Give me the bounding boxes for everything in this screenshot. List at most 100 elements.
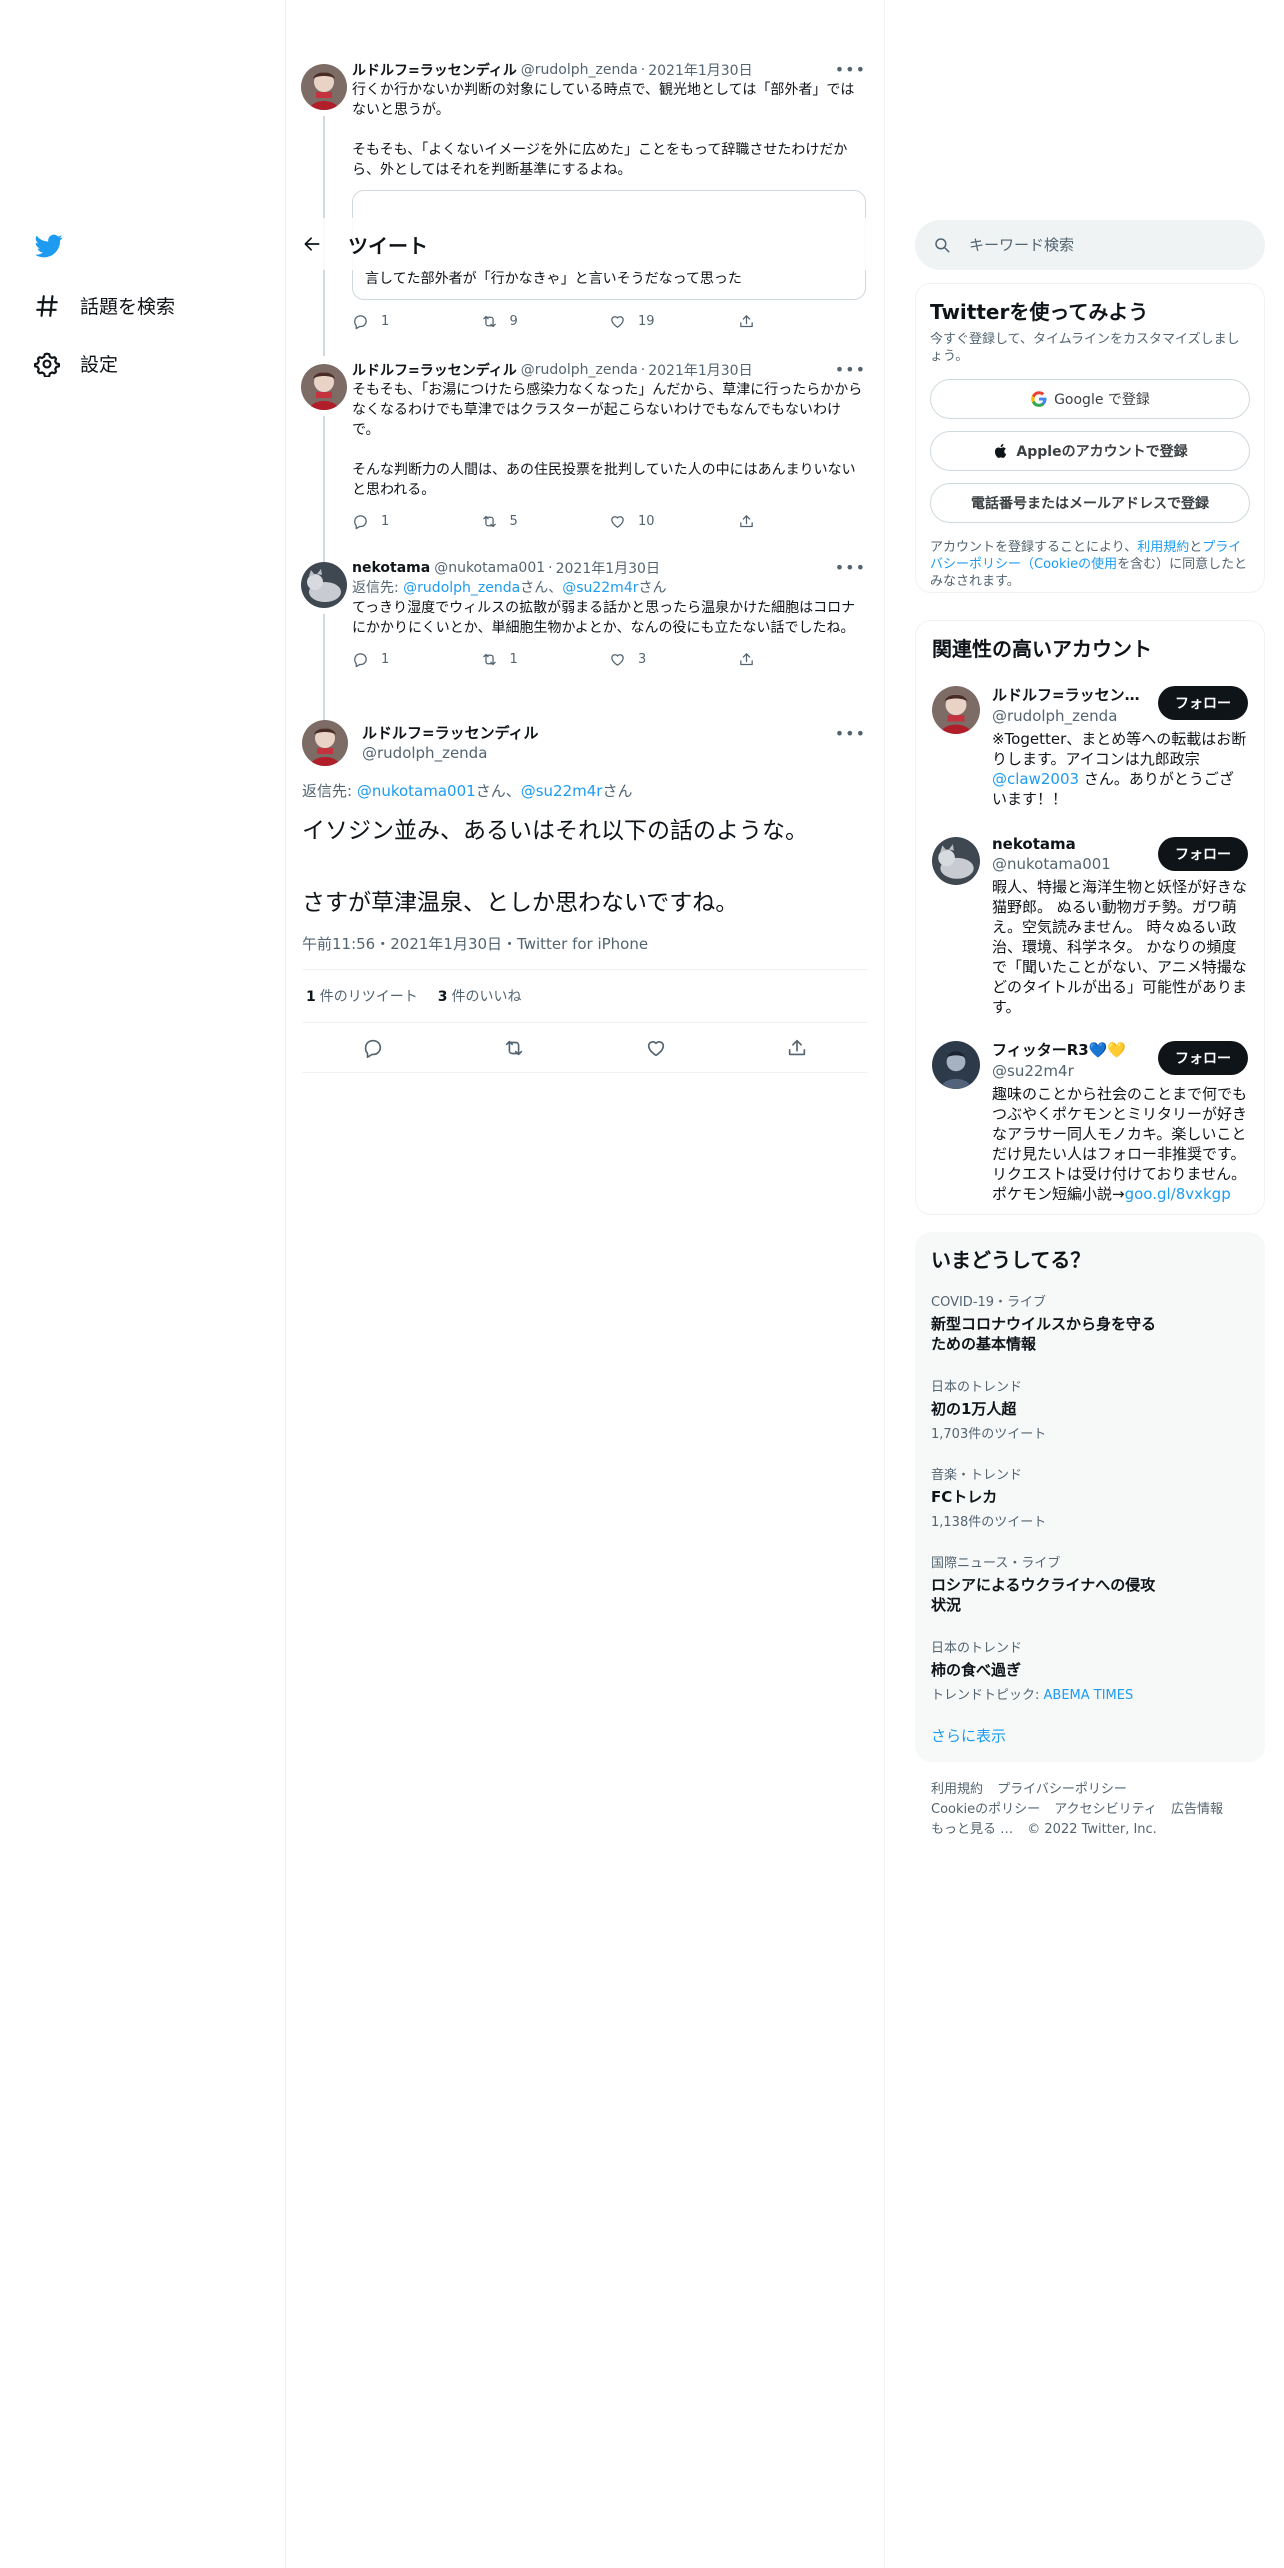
- trend-item[interactable]: 日本のトレンド 初の1万人超 1,703件のツイート: [931, 1376, 1249, 1442]
- tweet-author-name[interactable]: ルドルフ=ラッセンディル: [352, 360, 517, 380]
- reply-to-user-link[interactable]: @su22m4r: [521, 782, 603, 800]
- reply-icon: [354, 652, 367, 667]
- tweet-author-handle[interactable]: @rudolph_zenda: [521, 62, 638, 78]
- apple-signup-button[interactable]: Appleのアカウントで登録: [930, 431, 1250, 471]
- nav-settings[interactable]: 設定: [33, 350, 118, 378]
- twitter-logo-icon[interactable]: [34, 232, 64, 260]
- show-more-link[interactable]: さらに表示: [931, 1725, 1249, 1746]
- follow-button[interactable]: フォロー: [1158, 837, 1248, 871]
- tweet-author-name[interactable]: nekotama: [352, 560, 430, 576]
- share-button[interactable]: [786, 1037, 808, 1059]
- reply-to-user-link[interactable]: @rudolph_zenda: [403, 580, 520, 596]
- search-box[interactable]: [915, 220, 1265, 270]
- like-count: 10: [638, 513, 655, 529]
- tweet[interactable]: nekotama @nukotama001 · 2021年1月30日 ••• 返…: [286, 558, 884, 722]
- terms-link[interactable]: 利用規約: [1137, 540, 1189, 555]
- retweet-button[interactable]: [503, 1037, 525, 1059]
- suggested-account-bio: ※Togetter、まとめ等への転載はお断りします。アイコンは九郎政宗 @claw…: [992, 729, 1248, 809]
- avatar[interactable]: [932, 837, 980, 885]
- footer-link-terms[interactable]: 利用規約: [931, 1782, 983, 1797]
- footer-link-accessibility[interactable]: アクセシビリティ: [1054, 1802, 1157, 1817]
- more-options-icon[interactable]: •••: [835, 724, 866, 743]
- tweet[interactable]: ルドルフ=ラッセンディル @rudolph_zenda · 2021年1月30日…: [286, 60, 884, 356]
- retweet-button[interactable]: 1: [481, 651, 610, 668]
- more-options-icon[interactable]: •••: [835, 360, 866, 379]
- tweet-timestamp[interactable]: 午前11:56・2021年1月30日・Twitter for iPhone: [302, 933, 868, 969]
- reply-to-user-link[interactable]: @nukotama001: [357, 782, 476, 800]
- avatar[interactable]: [302, 720, 348, 766]
- back-button[interactable]: [298, 230, 326, 258]
- focused-tweet-author-name[interactable]: ルドルフ=ラッセンディル: [362, 718, 868, 743]
- suggested-account[interactable]: nekotama @nukotama001 フォロー 暇人、特撮と海洋生物と妖怪…: [932, 835, 1248, 1017]
- avatar[interactable]: [301, 364, 347, 410]
- signup-legal-text: アカウントを登録することにより、利用規約とプライバシーポリシー（Cookieの使…: [930, 539, 1250, 590]
- tweet-author-handle[interactable]: @rudolph_zenda: [521, 362, 638, 378]
- follow-button[interactable]: フォロー: [1158, 1041, 1248, 1075]
- reply-button[interactable]: 1: [352, 313, 481, 330]
- page-header: ツイート: [286, 218, 884, 270]
- like-button[interactable]: 19: [609, 313, 738, 330]
- trend-item[interactable]: COVID-19・ライブ 新型コロナウイルスから身を守るための基本情報: [931, 1291, 1249, 1354]
- suggested-account[interactable]: ルドルフ=ラッセンディル @rudolph_zenda フォロー ※Togett…: [932, 684, 1248, 809]
- avatar[interactable]: [932, 1041, 980, 1089]
- focused-tweet-header: ルドルフ=ラッセンディル @rudolph_zenda •••: [302, 718, 868, 766]
- follow-button[interactable]: フォロー: [1158, 686, 1248, 720]
- more-options-icon[interactable]: •••: [835, 60, 866, 79]
- footer-link-cookies[interactable]: Cookieのポリシー: [931, 1802, 1040, 1817]
- reply-to-suffix: さん: [638, 580, 667, 596]
- focused-tweet-author-handle[interactable]: @rudolph_zenda: [362, 744, 868, 762]
- tweet-date[interactable]: 2021年1月30日: [556, 558, 660, 578]
- trend-item[interactable]: 日本のトレンド 柿の食べ過ぎ トレンドトピック: ABEMA TIMES: [931, 1637, 1249, 1703]
- tweet[interactable]: ルドルフ=ラッセンディル @rudolph_zenda · 2021年1月30日…: [286, 360, 884, 564]
- suggested-account-name[interactable]: nekotama: [992, 835, 1142, 853]
- trend-title: 新型コロナウイルスから身を守るための基本情報: [931, 1315, 1157, 1353]
- share-button[interactable]: [738, 651, 867, 668]
- avatar[interactable]: [301, 64, 347, 110]
- bio-mention-link[interactable]: @claw2003: [992, 770, 1079, 788]
- tweet-date[interactable]: 2021年1月30日: [648, 60, 752, 80]
- tweet-author-handle[interactable]: @nukotama001: [434, 560, 545, 576]
- trend-category: 日本のトレンド: [931, 1641, 1023, 1656]
- likes-stat[interactable]: 3 件のいいね: [438, 986, 522, 1006]
- suggested-account-name[interactable]: ルドルフ=ラッセンディル: [992, 684, 1142, 705]
- share-button[interactable]: [738, 513, 867, 530]
- footer-link-privacy[interactable]: プライバシーポリシー: [997, 1782, 1127, 1797]
- avatar[interactable]: [301, 562, 347, 608]
- suggested-account-name[interactable]: フィッターR3💙💛: [992, 1039, 1142, 1060]
- more-options-icon[interactable]: •••: [835, 558, 866, 577]
- reply-button[interactable]: [362, 1037, 384, 1059]
- trend-topic-link[interactable]: ABEMA TIMES: [1044, 1688, 1134, 1703]
- like-button[interactable]: [645, 1037, 667, 1059]
- footer-link-more[interactable]: もっと見る …: [931, 1822, 1013, 1837]
- footer-copyright: © 2022 Twitter, Inc.: [1027, 1822, 1157, 1837]
- who-to-follow-title: 関連性の高いアカウント: [932, 637, 1152, 661]
- tweet-date[interactable]: 2021年1月30日: [648, 360, 752, 380]
- bio-url-link[interactable]: goo.gl/8vxkgp: [1125, 1185, 1231, 1203]
- avatar[interactable]: [932, 686, 980, 734]
- retweets-stat[interactable]: 1 件のリツイート: [306, 986, 418, 1006]
- like-button[interactable]: 3: [609, 651, 738, 668]
- trend-category: 国際ニュース・ライブ: [931, 1556, 1061, 1571]
- retweet-icon: [482, 653, 496, 665]
- nav-explore[interactable]: 話題を検索: [34, 292, 175, 319]
- google-signup-button[interactable]: Google で登録: [930, 379, 1250, 419]
- reply-to-user-link[interactable]: @su22m4r: [562, 580, 638, 596]
- phone-email-signup-button[interactable]: 電話番号またはメールアドレスで登録: [930, 483, 1250, 523]
- trend-category: 音楽・トレンド: [931, 1468, 1023, 1483]
- suggested-account[interactable]: フィッターR3💙💛 @su22m4r フォロー 趣味のことから社会のことまで何で…: [932, 1039, 1248, 1204]
- trend-category: 日本のトレンド: [931, 1380, 1023, 1395]
- reply-button[interactable]: 1: [352, 513, 481, 530]
- retweet-button[interactable]: 5: [481, 513, 610, 530]
- reply-button[interactable]: 1: [352, 651, 481, 668]
- retweet-icon: [506, 1040, 523, 1055]
- like-button[interactable]: 10: [609, 513, 738, 530]
- trend-item[interactable]: 音楽・トレンド FCトレカ 1,138件のツイート: [931, 1464, 1249, 1530]
- focused-tweet-actions: [302, 1023, 868, 1073]
- footer-link-ads[interactable]: 広告情報: [1171, 1802, 1223, 1817]
- search-input[interactable]: [969, 236, 1229, 254]
- tweet-author-name[interactable]: ルドルフ=ラッセンディル: [352, 60, 517, 80]
- retweet-button[interactable]: 9: [481, 313, 610, 330]
- share-button[interactable]: [738, 313, 867, 330]
- thread: ルドルフ=ラッセンディル @rudolph_zenda · 2021年1月30日…: [286, 60, 884, 722]
- trend-item[interactable]: 国際ニュース・ライブ ロシアによるウクライナへの侵攻状況: [931, 1552, 1249, 1615]
